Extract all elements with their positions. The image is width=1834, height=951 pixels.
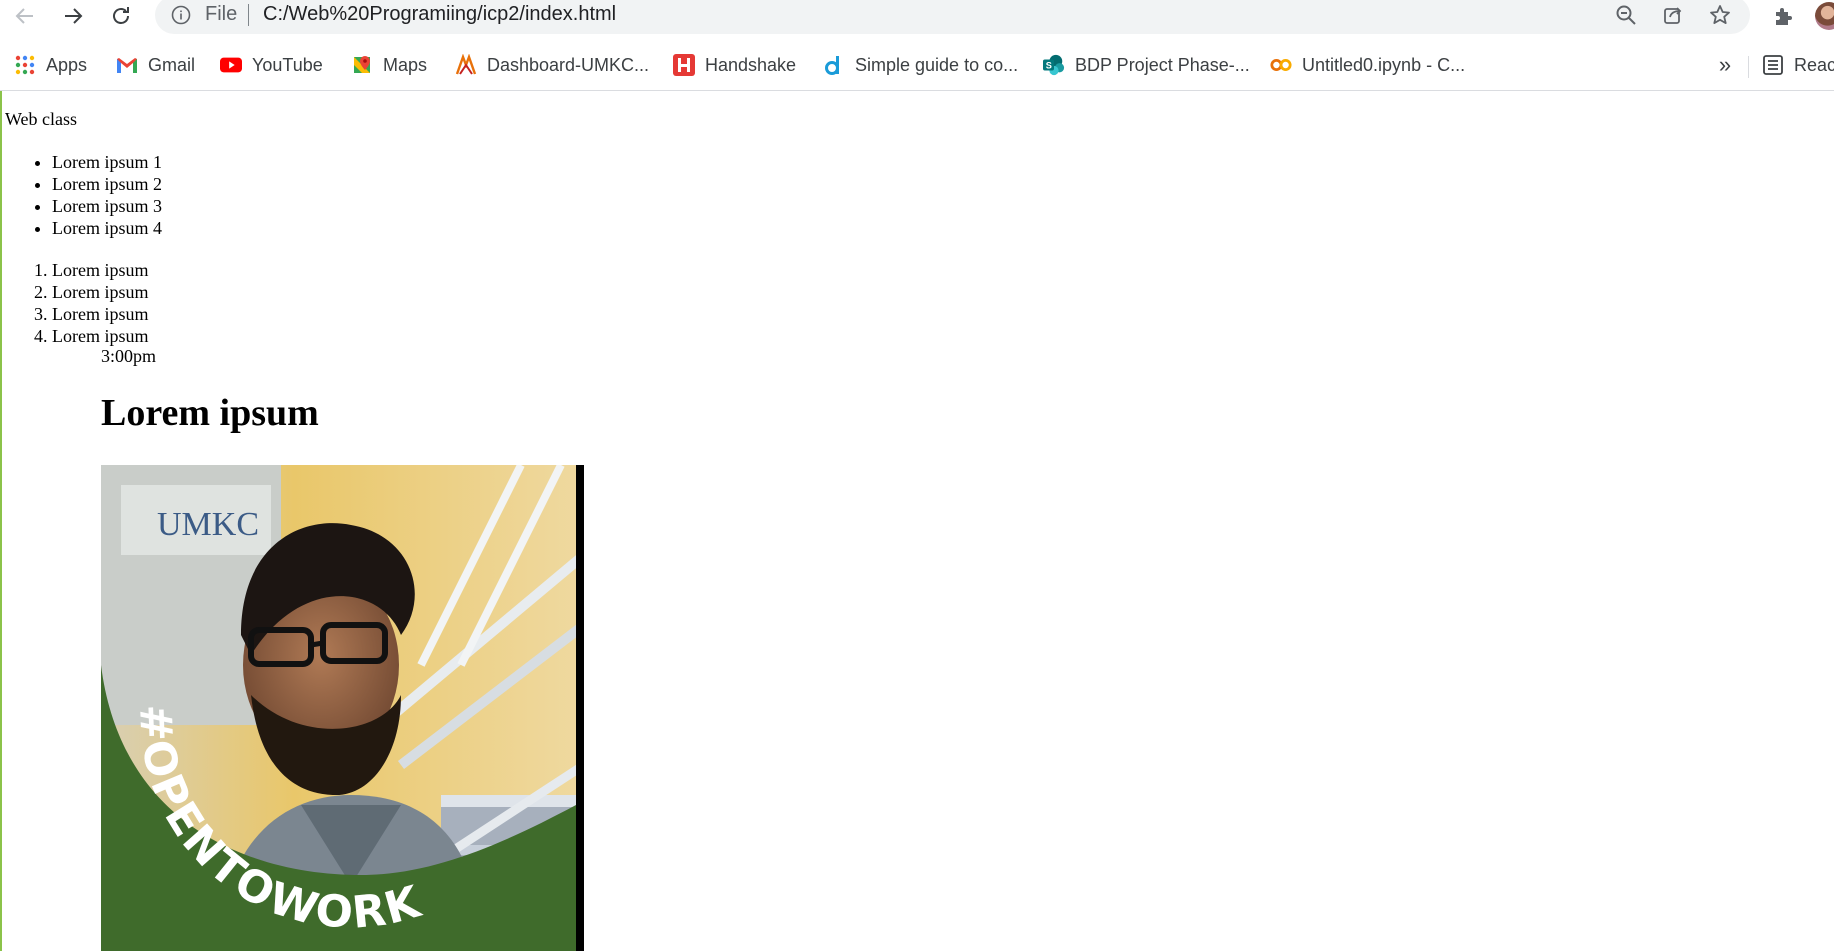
reading-list-icon: [1762, 54, 1784, 76]
back-arrow-icon: [15, 8, 33, 24]
bookmark-simple-guide[interactable]: Simple guide to co...: [823, 50, 1018, 80]
list-item: Lorem ipsum: [52, 259, 149, 281]
bookmarks-overflow-button[interactable]: »: [1712, 50, 1738, 80]
page-heading-text: Web class: [5, 109, 78, 129]
bookmark-dashboard-umkc[interactable]: Dashboard-UMKC...: [455, 50, 649, 80]
reading-list-label: Reac: [1794, 54, 1834, 75]
back-button[interactable]: [8, 0, 42, 32]
url-text[interactable]: C:/Web%20Programiing/icp2/index.html: [263, 3, 616, 26]
bookmark-apps[interactable]: Apps: [14, 50, 87, 80]
reading-list-button[interactable]: Reac: [1762, 50, 1834, 80]
bookmark-handshake[interactable]: Handshake: [673, 50, 796, 80]
maps-icon: [351, 54, 373, 76]
list-item: Lorem ipsum: [52, 303, 149, 325]
list-item: Lorem ipsum 1: [52, 151, 162, 173]
apps-grid-icon: [14, 54, 36, 76]
bookmark-gmail[interactable]: Gmail: [116, 50, 195, 80]
profile-photo: UMKC #OPENTOWORK: [101, 465, 584, 951]
address-bar[interactable]: File C:/Web%20Programiing/icp2/index.htm…: [155, 0, 1750, 34]
avatar: [1815, 2, 1834, 30]
url-scheme-label: File: [205, 3, 238, 25]
umkc-sign-text: UMKC: [157, 506, 259, 543]
list-item: Lorem ipsum 2: [52, 173, 162, 195]
page-viewport: Web class Lorem ipsum 1 Lorem ipsum 2 Lo…: [0, 91, 1834, 951]
bookmark-maps[interactable]: Maps: [351, 50, 427, 80]
bookmark-label: Untitled0.ipynb - C...: [1302, 54, 1466, 75]
zoom-icon[interactable]: [1611, 1, 1641, 29]
reload-button[interactable]: [104, 0, 138, 32]
time-text: 3:00pm: [101, 346, 157, 366]
share-icon[interactable]: [1658, 1, 1688, 29]
bookmark-label: Handshake: [705, 54, 797, 75]
numbered-list: Lorem ipsum Lorem ipsum Lorem ipsum Lore…: [5, 259, 149, 347]
bookmark-bdp-project[interactable]: S BDP Project Phase-...: [1043, 50, 1250, 80]
bookmark-label: YouTube: [252, 54, 323, 75]
bookmark-label: Dashboard-UMKC...: [487, 54, 650, 75]
browser-toolbar: File C:/Web%20Programiing/icp2/index.htm…: [0, 0, 1834, 44]
svg-text:S: S: [1046, 61, 1052, 71]
bookmark-label: Apps: [46, 54, 88, 75]
docs-d-icon: [823, 54, 845, 76]
reload-icon: [113, 7, 129, 24]
colab-icon: [1270, 54, 1292, 76]
bookmarks-bar: Apps Gmail YouTube Maps Dashboard-UMKC..…: [0, 44, 1834, 91]
bookmarks-divider: [1748, 56, 1749, 78]
bookmark-colab[interactable]: Untitled0.ipynb - C...: [1270, 50, 1465, 80]
gmail-icon: [116, 54, 138, 76]
extensions-button[interactable]: [1766, 0, 1800, 32]
bookmark-label: Gmail: [148, 54, 196, 75]
list-item: Lorem ipsum: [52, 325, 149, 347]
youtube-icon: [220, 54, 242, 76]
bulleted-list: Lorem ipsum 1 Lorem ipsum 2 Lorem ipsum …: [5, 151, 162, 239]
list-item: Lorem ipsum 4: [52, 217, 162, 239]
sharepoint-icon: S: [1043, 54, 1065, 76]
bookmark-label: BDP Project Phase-...: [1075, 54, 1250, 75]
handshake-icon: [673, 54, 695, 76]
site-info-icon[interactable]: [171, 5, 191, 30]
profile-button[interactable]: [1812, 0, 1834, 32]
bookmark-youtube[interactable]: YouTube: [220, 50, 323, 80]
umkc-dashboard-icon: [455, 54, 477, 76]
bookmark-star-icon[interactable]: [1705, 1, 1735, 29]
bookmark-label: Maps: [383, 54, 428, 75]
list-item: Lorem ipsum: [52, 281, 149, 303]
bookmark-label: Simple guide to co...: [855, 54, 1019, 75]
address-divider: [248, 4, 249, 26]
list-item: Lorem ipsum 3: [52, 195, 162, 217]
forward-button[interactable]: [56, 0, 90, 32]
forward-arrow-icon: [65, 8, 83, 24]
page-title: Lorem ipsum: [101, 392, 319, 434]
puzzle-icon: [1776, 8, 1792, 25]
